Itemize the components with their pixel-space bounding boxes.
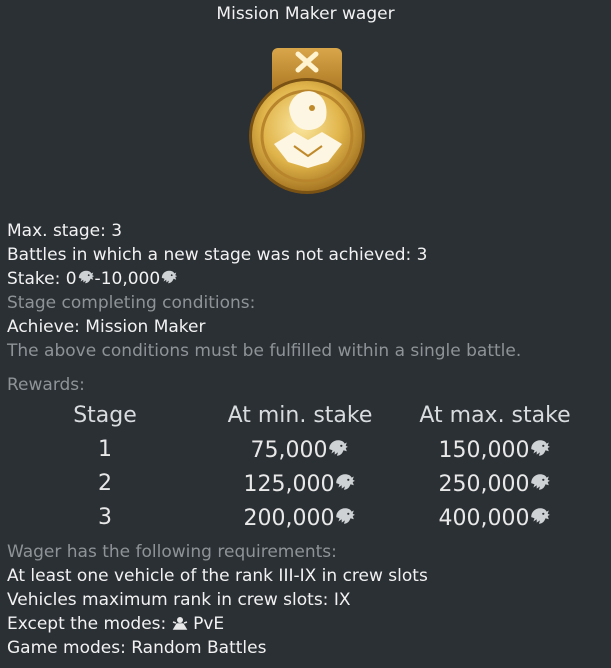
mission-maker-medal <box>246 46 368 196</box>
lion-eagle-icon <box>334 505 356 527</box>
achieve-label: Achieve: <box>7 317 80 337</box>
lion-eagle-icon <box>529 471 551 493</box>
min-reward-cell: 200,000 <box>205 505 395 531</box>
rewards-header-row: Stage At min. stake At max. stake <box>0 403 611 437</box>
max-stage-row: Max. stage: 3 <box>7 219 521 243</box>
header-min-stake: At min. stake <box>227 403 373 428</box>
max-rank-label: Vehicles maximum rank in crew slots: <box>7 590 329 610</box>
lion-eagle-icon <box>327 437 349 459</box>
achieve-row: Achieve: Mission Maker <box>7 315 521 339</box>
lion-eagle-icon <box>529 505 551 527</box>
game-modes-row: Game modes: Random Battles <box>7 636 428 660</box>
lion-eagle-icon <box>160 268 178 286</box>
header-max-stake: At max. stake <box>419 403 571 428</box>
battles-label: Battles in which a new stage was not ach… <box>7 245 412 265</box>
stake-label: Stake: <box>7 269 61 289</box>
game-modes-label: Game modes: <box>7 638 126 658</box>
table-row: 3 200,000 400,000 <box>0 505 611 539</box>
min-reward-value: 200,000 <box>243 506 335 531</box>
max-reward-value: 400,000 <box>438 506 530 531</box>
lion-eagle-icon <box>334 471 356 493</box>
single-battle-note: The above conditions must be fulfilled w… <box>7 341 522 361</box>
game-modes-value: Random Battles <box>131 638 267 658</box>
stake-min: 0 <box>65 269 77 289</box>
requirements-section: Wager has the following requirements: At… <box>7 540 428 660</box>
max-stage-label: Max. stage: <box>7 221 106 241</box>
battles-row: Battles in which a new stage was not ach… <box>7 243 521 267</box>
conditions-label: Stage completing conditions: <box>7 293 256 313</box>
min-reward-cell: 125,000 <box>205 471 395 497</box>
stage-cell: 2 <box>98 471 112 496</box>
max-rank-row: Vehicles maximum rank in crew slots: IX <box>7 588 428 612</box>
header-stage: Stage <box>73 403 137 428</box>
stake-max: 10,000 <box>100 269 161 289</box>
rewards-label: Rewards: <box>7 375 85 395</box>
lion-eagle-icon <box>529 437 551 459</box>
rewards-table: Stage At min. stake At max. stake 1 75,0… <box>0 403 611 539</box>
min-reward-value: 75,000 <box>250 438 328 463</box>
max-reward-cell: 150,000 <box>400 437 590 463</box>
battles-value: 3 <box>416 245 428 265</box>
except-modes-value: PvE <box>193 614 225 634</box>
max-stage-value: 3 <box>111 221 123 241</box>
stage-cell: 1 <box>98 437 112 462</box>
table-row: 1 75,000 150,000 <box>0 437 611 471</box>
achieve-value: Mission Maker <box>85 317 206 337</box>
lion-eagle-icon <box>77 268 95 286</box>
except-modes-row: Except the modes: PvE <box>7 612 428 636</box>
stake-row: Stake: 0 -10,000 <box>7 267 521 291</box>
table-row: 2 125,000 250,000 <box>0 471 611 505</box>
max-reward-value: 250,000 <box>438 472 530 497</box>
max-reward-cell: 250,000 <box>400 471 590 497</box>
wager-info: Max. stage: 3 Battles in which a new sta… <box>7 219 521 397</box>
wager-title: Mission Maker wager <box>216 4 395 24</box>
stage-cell: 3 <box>98 505 112 530</box>
max-reward-value: 150,000 <box>438 438 530 463</box>
min-reward-cell: 75,000 <box>205 437 395 463</box>
pve-mode-icon <box>172 617 188 630</box>
max-rank-value: IX <box>333 590 351 610</box>
requirements-heading: Wager has the following requirements: <box>7 542 337 562</box>
max-reward-cell: 400,000 <box>400 505 590 531</box>
rank-requirement: At least one vehicle of the rank III-IX … <box>7 566 428 586</box>
except-modes-label: Except the modes: <box>7 614 167 634</box>
min-reward-value: 125,000 <box>243 472 335 497</box>
